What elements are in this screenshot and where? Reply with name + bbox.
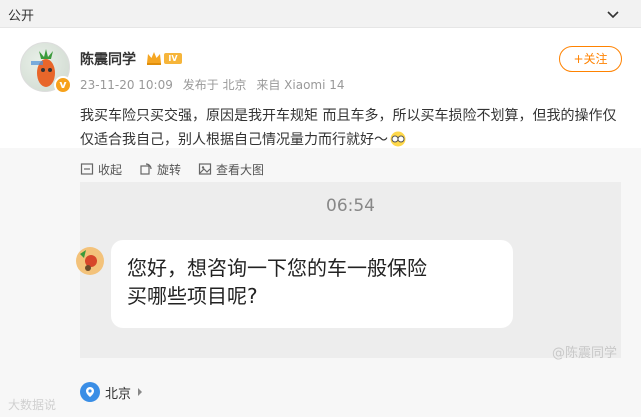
verified-badge: v — [54, 76, 72, 94]
rotate-label: 旋转 — [157, 162, 182, 177]
view-large-image-button[interactable]: 查看大图 — [198, 160, 264, 178]
visibility-bar: 公开 — [0, 0, 641, 28]
post-body: 我买车险只买交强，原因是我开车规矩 而且车多，所以买车损险不划算，但我的操作仅仅… — [80, 108, 617, 148]
level-badge: IV — [164, 53, 182, 64]
chat-time: 06:54 — [326, 196, 375, 216]
follow-button[interactable]: +关注 — [559, 46, 622, 72]
rotate-icon — [140, 163, 152, 175]
chat-bubble-line2: 买哪些项目呢? — [127, 284, 258, 308]
post-timestamp[interactable]: 23-11-20 10:09 — [80, 78, 173, 92]
post-location-meta: 发布于 北京 — [182, 78, 247, 92]
chevron-down-icon[interactable] — [605, 6, 621, 22]
post-meta: 23-11-20 10:09 发布于 北京 来自 Xiaomi 14 — [80, 76, 351, 93]
post-image[interactable]: 06:54 您好，想咨询一下您的车一般保险 买哪些项目呢? — [76, 182, 621, 358]
chat-bubble: 您好，想咨询一下您的车一般保险 买哪些项目呢? — [111, 240, 513, 328]
location-tag[interactable]: 北京 — [80, 380, 144, 404]
author-avatar[interactable]: v — [20, 42, 72, 94]
location-label: 北京 — [105, 386, 132, 402]
post-text: 我买车险只买交强，原因是我开车规矩 而且车多，所以买车损险不划算，但我的操作仅仅… — [80, 104, 625, 152]
image-icon — [198, 163, 212, 175]
media-actions: 收起 旋转 查看大图 — [80, 160, 264, 178]
collapse-icon — [80, 163, 94, 175]
chat-avatar — [74, 244, 104, 278]
chat-bubble-line1: 您好，想咨询一下您的车一般保险 — [127, 256, 427, 280]
author-name[interactable]: 陈震同学 — [80, 49, 136, 69]
post-source: 来自 Xiaomi 14 — [256, 78, 345, 92]
glasses-emoji-icon — [390, 131, 406, 147]
collapse-button[interactable]: 收起 — [80, 160, 122, 178]
visibility-label: 公开 — [8, 9, 35, 24]
rotate-button[interactable]: 旋转 — [139, 160, 181, 178]
view-large-image-label: 查看大图 — [216, 162, 265, 177]
image-watermark: @陈震同学 — [551, 346, 617, 361]
crown-icon — [147, 52, 161, 65]
location-pin-icon — [80, 382, 100, 402]
collapse-label: 收起 — [98, 162, 123, 177]
corner-watermark: 大数据说 — [8, 398, 57, 412]
chevron-right-icon — [138, 388, 143, 396]
